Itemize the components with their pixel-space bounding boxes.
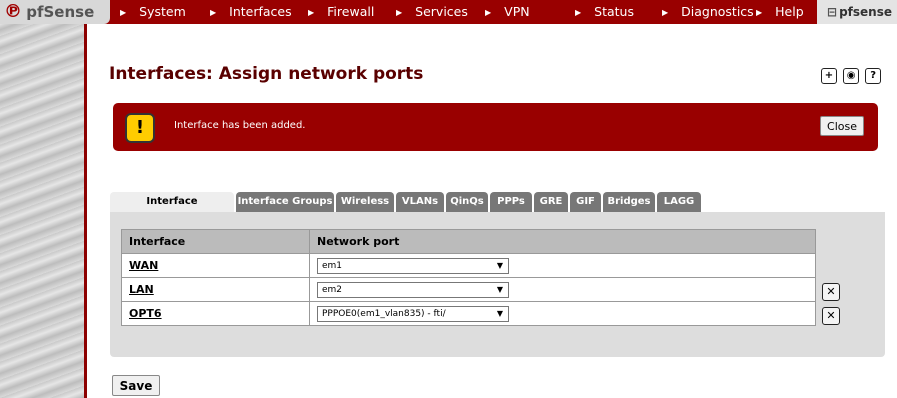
nav-diagnostics[interactable]: ▶ Diagnostics — [662, 0, 754, 24]
table-row: WAN em1 ▼ — [121, 253, 816, 278]
port-cell: em2 ▼ — [309, 277, 816, 302]
save-button[interactable]: Save — [112, 375, 160, 396]
top-navigation-bar: ℗ pfSense ▶ System ▶ Interfaces ▶ Firewall … — [0, 0, 897, 24]
tab-interface-groups[interactable]: Interface Groups — [236, 192, 334, 212]
port-cell: PPPOE0(em1_vlan835) - fti/▼ — [309, 301, 816, 326]
alert-message: Interface has been added. — [174, 120, 306, 131]
network-port-select[interactable]: PPPOE0(em1_vlan835) - fti/▼ — [317, 305, 509, 322]
add-icon[interactable]: + — [821, 68, 837, 84]
column-header-network-port: Network port — [309, 229, 816, 254]
interface-link-opt6[interactable]: OPT6 — [121, 301, 310, 326]
nav-vpn[interactable]: ▶ VPN — [485, 0, 530, 24]
dropdown-arrow-icon: ▼ — [496, 308, 503, 318]
tab-lagg[interactable]: LAGG — [657, 192, 701, 212]
assignments-table: Interface Network port WAN em1 ▼ LAN em2 ▼… — [121, 229, 816, 326]
nav-status[interactable]: ▶ Status — [575, 0, 634, 24]
tab-interface-assignments[interactable]: Interface assignments — [110, 192, 234, 227]
nav-arrow-icon: ▶ — [396, 8, 403, 17]
nav-arrow-icon: ▶ — [756, 8, 763, 17]
dropdown-arrow-icon: ▼ — [496, 284, 503, 294]
close-button[interactable]: Close — [820, 116, 864, 136]
table-row: LAN em2 ▼ — [121, 277, 816, 302]
network-icon: ⊟ — [827, 5, 838, 19]
delete-icon[interactable]: ✕ — [822, 307, 840, 325]
port-cell: em1 ▼ — [309, 253, 816, 278]
left-decorative-rail — [0, 0, 87, 398]
nav-interfaces[interactable]: ▶ Interfaces — [210, 0, 292, 24]
interface-link-wan[interactable]: WAN — [121, 253, 310, 278]
column-header-interface: Interface — [121, 229, 310, 254]
nav-arrow-icon: ▶ — [210, 8, 217, 17]
nav-arrow-icon: ▶ — [120, 8, 127, 17]
pfsense-logo[interactable]: ℗ pfSense — [0, 0, 110, 24]
nav-arrow-icon: ▶ — [485, 8, 492, 17]
tab-gre[interactable]: GRE — [534, 192, 568, 212]
interface-link-lan[interactable]: LAN — [121, 277, 310, 302]
tab-bridges[interactable]: Bridges — [603, 192, 655, 212]
tab-qinqs[interactable]: QinQs — [446, 192, 488, 212]
nav-system[interactable]: ▶ System — [120, 0, 186, 24]
nav-help[interactable]: ▶ Help — [756, 0, 804, 24]
nav-firewall[interactable]: ▶ Firewall — [308, 0, 374, 24]
network-port-select[interactable]: em2 ▼ — [317, 281, 509, 298]
page-title: Interfaces: Assign network ports — [109, 64, 424, 84]
tab-vlans[interactable]: VLANs — [396, 192, 444, 212]
settings-icon[interactable]: ◉ — [843, 68, 860, 84]
header-icons: + ◉ ? — [820, 63, 882, 84]
tab-ppps[interactable]: PPPs — [490, 192, 532, 212]
help-icon[interactable]: ? — [865, 68, 882, 84]
network-port-select[interactable]: em1 ▼ — [317, 257, 509, 274]
delete-icon[interactable]: ✕ — [822, 283, 840, 301]
tab-wireless[interactable]: Wireless — [336, 192, 394, 212]
tab-gif[interactable]: GIF — [570, 192, 601, 212]
hostname-badge[interactable]: ⊟ pfsense — [817, 0, 897, 24]
table-row: OPT6 PPPOE0(em1_vlan835) - fti/▼ — [121, 301, 816, 326]
nav-arrow-icon: ▶ — [308, 8, 315, 17]
nav-arrow-icon: ▶ — [575, 8, 582, 17]
dropdown-arrow-icon: ▼ — [496, 260, 503, 270]
nav-arrow-icon: ▶ — [662, 8, 669, 17]
nav-services[interactable]: ▶ Services — [396, 0, 468, 24]
warning-icon: ! — [125, 113, 155, 143]
alert-banner: ! Interface has been added. Close — [113, 103, 878, 151]
